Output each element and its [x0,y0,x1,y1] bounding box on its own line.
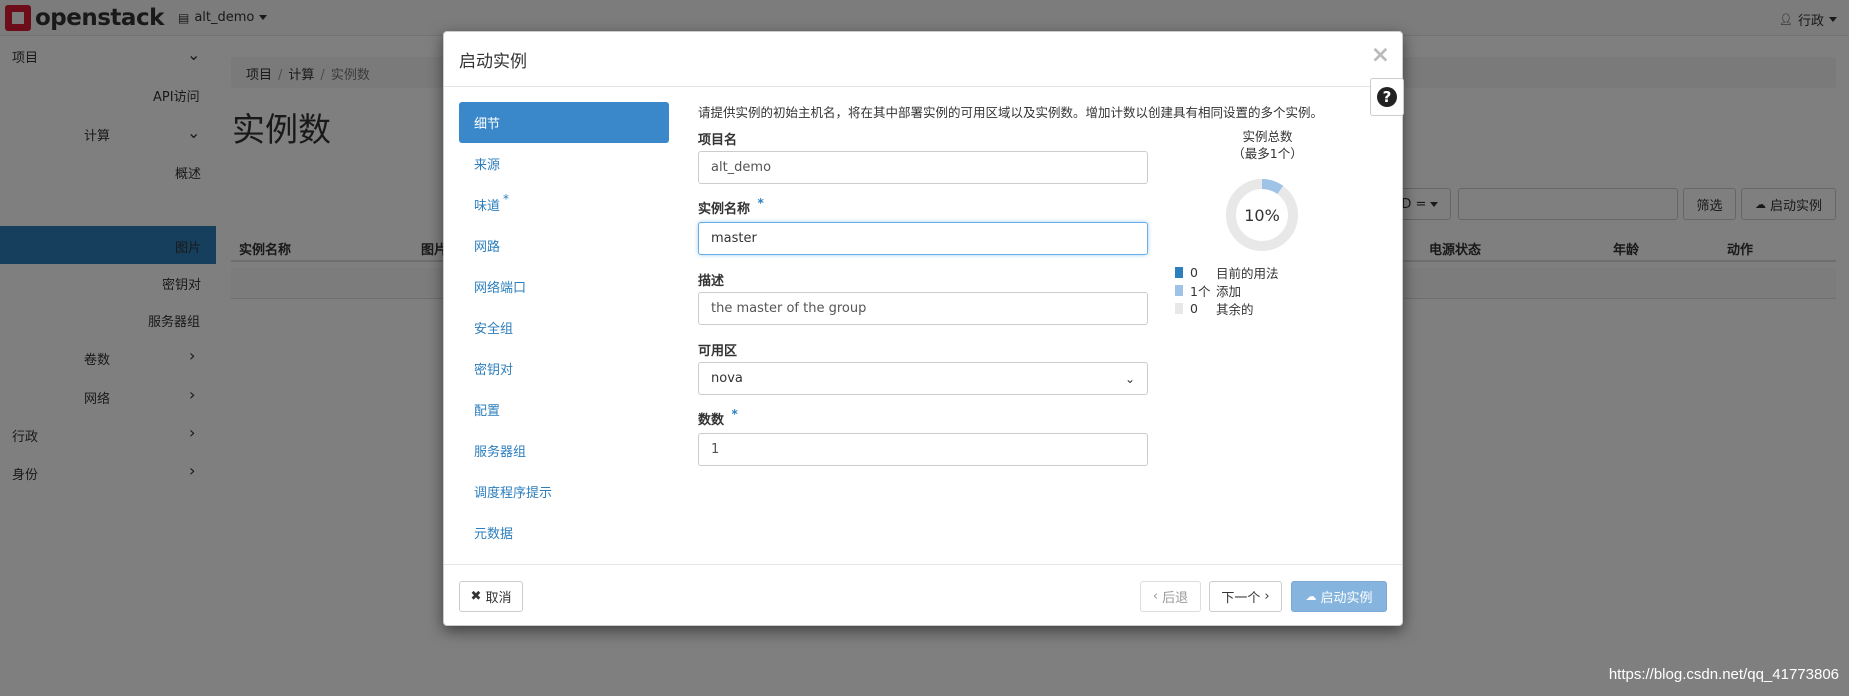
back-button[interactable]: ‹ 后退 [1140,581,1201,612]
question-icon: ? [1377,87,1397,107]
cancel-label: 取消 [485,591,512,606]
count-label: 数数 * [698,407,738,428]
launch-instance-modal: 启动实例 × ? 细节 来源 味道 * 网路 网络端口 安全组 密钥对 配置 服务… [443,31,1404,626]
availability-zone-label: 可用区 [698,344,738,359]
next-label: 下一个 [1221,591,1261,606]
availability-zone-select[interactable]: nova ⌄ [698,362,1148,395]
chevron-right-icon: › [1264,589,1270,604]
quota-legend: 0 目前的用法 1个 添加 0 其余的 [1175,263,1279,317]
wizard-step-label: 网路 [474,240,501,255]
back-label: 后退 [1162,591,1189,606]
legend-swatch [1175,302,1183,314]
wizard-step-networks[interactable]: 网路 [459,225,669,266]
wizard-step-metadata[interactable]: 元数据 [459,512,669,553]
wizard-step-label: 来源 [474,158,501,173]
instance-name-label-text: 实例名称 [698,202,751,217]
legend-value: 0 [1190,264,1198,280]
wizard-step-keypair[interactable]: 密钥对 [459,348,669,389]
wizard-step-label: 调度程序提示 [474,486,553,501]
cloud-upload-icon: ☁ [1305,590,1317,603]
launch-instance-submit-button[interactable]: ☁ 启动实例 [1291,581,1387,612]
wizard-step-label: 网络端口 [474,281,527,296]
project-name-label: 项目名 [698,133,738,148]
wizard-step-label: 细节 [474,117,501,132]
quota-chart-title: 实例总数 [1242,129,1293,144]
launch-instance-submit-label: 启动实例 [1320,591,1373,606]
wizard-step-scheduler-hints[interactable]: 调度程序提示 [459,471,669,512]
cancel-button[interactable]: ✖ 取消 [459,581,523,612]
description-field[interactable] [698,292,1148,325]
next-button[interactable]: 下一个 › [1209,581,1282,612]
wizard-step-details[interactable]: 细节 [459,102,669,143]
legend-swatch [1175,284,1183,296]
legend-item-remaining: 0 其余的 [1175,299,1279,317]
modal-footer: ✖ 取消 ‹ 后退 下一个 › ☁ 启动实例 [444,564,1402,626]
wizard-step-network-ports[interactable]: 网络端口 [459,266,669,307]
description-label: 描述 [698,274,725,289]
modal-header: 启动实例 × [444,32,1402,87]
required-marker: * [503,191,510,206]
legend-label: 其余的 [1216,301,1254,317]
quota-percent-label: 10% [1244,205,1280,225]
wizard-step-label: 安全组 [474,322,514,337]
close-icon[interactable]: × [1371,42,1390,68]
count-field[interactable] [698,433,1148,466]
watermark: https://blog.csdn.net/qq_41773806 [1608,666,1839,683]
quota-chart-subtitle: （最多1个） [1232,146,1303,161]
instance-name-field[interactable] [698,222,1148,255]
instance-name-label: 实例名称 * [698,196,764,217]
wizard-step-flavor[interactable]: 味道 * [459,184,669,225]
details-help-text: 请提供实例的初始主机名，将在其中部署实例的可用区域以及实例数。增加计数以创建具有… [698,105,1324,120]
count-label-text: 数数 [698,413,725,428]
wizard-step-label: 服务器组 [474,445,527,460]
chevron-down-icon: ⌄ [1124,371,1135,386]
legend-label: 目前的用法 [1216,265,1279,281]
wizard-step-configuration[interactable]: 配置 [459,389,669,430]
wizard-steps: 细节 来源 味道 * 网路 网络端口 安全组 密钥对 配置 服务器组 调度程序提示… [459,102,669,553]
close-icon: ✖ [470,589,482,604]
instance-quota-chart: 实例总数 （最多1个） 10% 0 目前的用法 1个 添加 0 其余的 [1175,128,1360,317]
wizard-step-label: 配置 [474,404,501,419]
required-marker: * [757,196,764,210]
wizard-step-label: 元数据 [474,527,514,542]
legend-item-current-usage: 0 目前的用法 [1175,263,1279,281]
legend-swatch [1175,266,1183,278]
chevron-left-icon: ‹ [1152,589,1159,604]
legend-item-added: 1个 添加 [1175,281,1279,299]
wizard-step-source[interactable]: 来源 [459,143,669,184]
legend-label: 添加 [1216,283,1242,299]
modal-title: 启动实例 [459,52,527,72]
availability-zone-value: nova [711,371,743,386]
legend-value: 1个 [1190,283,1211,299]
project-name-field[interactable] [698,151,1148,184]
wizard-step-security-groups[interactable]: 安全组 [459,307,669,348]
legend-value: 0 [1190,300,1198,316]
wizard-step-label: 密钥对 [474,363,514,378]
wizard-step-server-groups[interactable]: 服务器组 [459,430,669,471]
required-marker: * [731,407,738,421]
wizard-step-label: 味道 [474,199,501,214]
